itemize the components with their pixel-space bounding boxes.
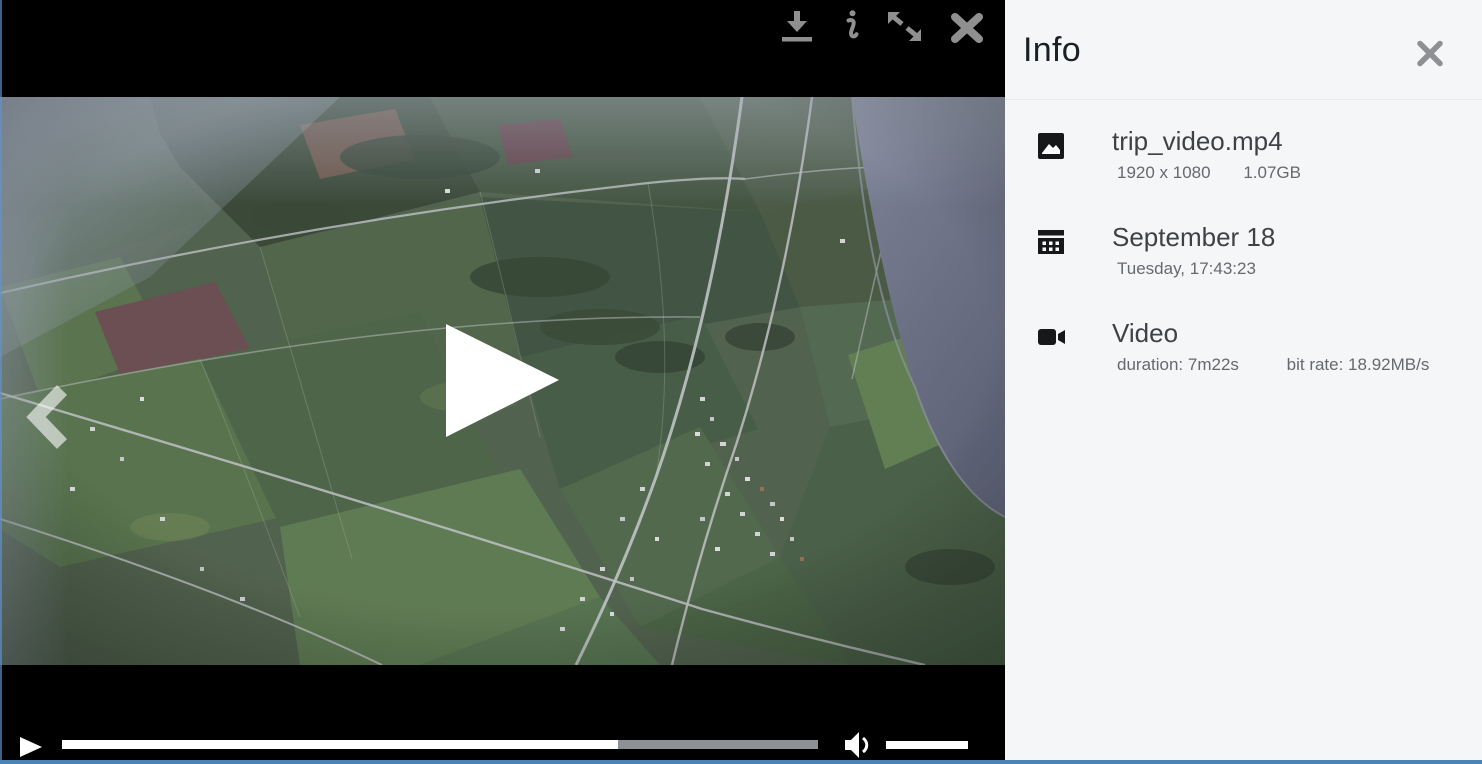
video-section-title: Video bbox=[1112, 318, 1178, 349]
file-size: 1.07GB bbox=[1243, 163, 1301, 183]
info-panel-title: Info bbox=[1023, 31, 1081, 70]
date-time: Tuesday, 17:43:23 bbox=[1117, 259, 1256, 279]
file-details: 1920 x 1080 1.07GB bbox=[1117, 163, 1301, 183]
media-viewer: Info trip_video.mp4 1920 x 1080 1.07GB bbox=[0, 0, 1482, 764]
video-bitrate: bit rate: 18.92MB/s bbox=[1287, 355, 1430, 375]
previous-chevron-icon[interactable] bbox=[24, 384, 70, 455]
close-icon[interactable] bbox=[951, 13, 983, 48]
volume-slider-fill bbox=[886, 741, 968, 749]
volume-speaker-icon[interactable] bbox=[842, 730, 876, 764]
viewer-toolbar bbox=[0, 0, 1005, 97]
info-panel: Info trip_video.mp4 1920 x 1080 1.07GB bbox=[1005, 0, 1482, 764]
info-icon[interactable] bbox=[842, 10, 861, 45]
seek-bar[interactable] bbox=[62, 740, 818, 749]
play-button-icon[interactable] bbox=[19, 736, 43, 763]
info-panel-close-icon[interactable] bbox=[1416, 40, 1444, 72]
window-edge-left-highlight bbox=[0, 0, 2, 764]
video-camera-icon bbox=[1038, 325, 1066, 354]
info-panel-header: Info bbox=[1005, 0, 1482, 100]
video-duration: duration: 7m22s bbox=[1117, 355, 1239, 375]
file-resolution: 1920 x 1080 bbox=[1117, 163, 1211, 183]
fullscreen-icon[interactable] bbox=[887, 11, 922, 47]
date-details: Tuesday, 17:43:23 bbox=[1117, 259, 1256, 279]
calendar-icon bbox=[1038, 229, 1064, 259]
play-overlay-icon[interactable] bbox=[444, 322, 561, 444]
info-row-date: September 18 Tuesday, 17:43:23 bbox=[1005, 222, 1482, 312]
video-details: duration: 7m22s bit rate: 18.92MB/s bbox=[1117, 355, 1429, 375]
volume-slider[interactable] bbox=[886, 741, 968, 749]
video-player bbox=[0, 0, 1005, 764]
info-row-video: Video duration: 7m22s bit rate: 18.92MB/… bbox=[1005, 318, 1482, 408]
seek-bar-buffer bbox=[618, 740, 818, 749]
window-edge-bottom-highlight bbox=[0, 760, 1482, 764]
image-thumbnail-icon bbox=[1038, 133, 1064, 164]
file-name: trip_video.mp4 bbox=[1112, 126, 1283, 157]
seek-bar-played bbox=[62, 740, 618, 749]
download-icon[interactable] bbox=[781, 11, 813, 48]
date-title: September 18 bbox=[1112, 222, 1275, 253]
info-row-file: trip_video.mp4 1920 x 1080 1.07GB bbox=[1005, 126, 1482, 216]
